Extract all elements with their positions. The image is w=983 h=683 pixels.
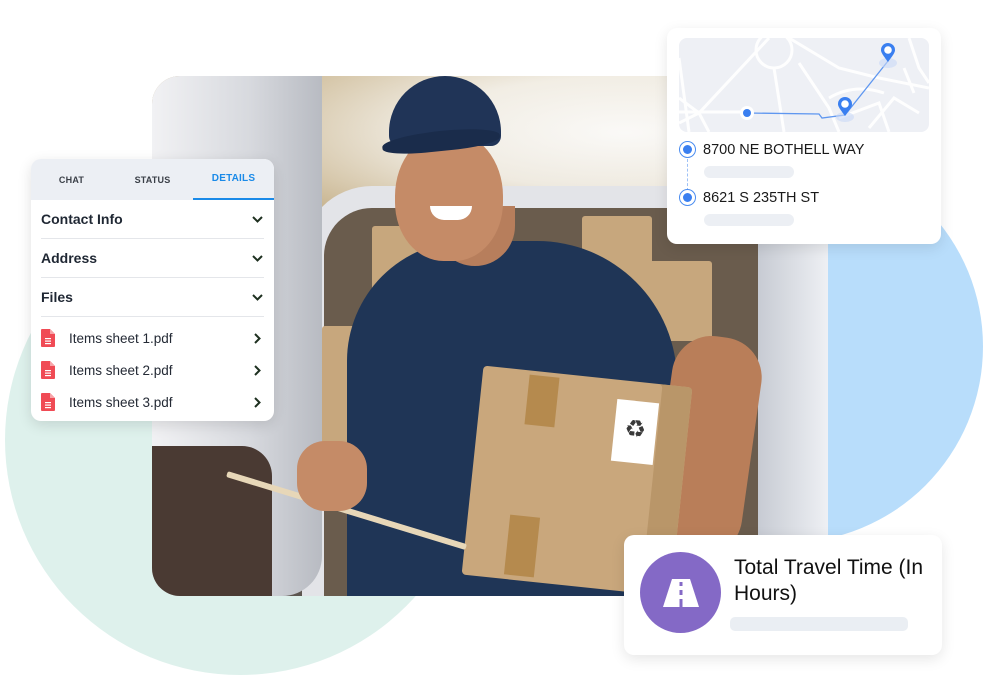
section-label: Contact Info <box>41 211 123 227</box>
route-map[interactable] <box>679 38 929 132</box>
pdf-file-icon <box>41 329 55 347</box>
tab-bar: CHAT STATUS DETAILS <box>31 159 274 200</box>
travel-time-card: Total Travel Time (In Hours) <box>624 535 942 655</box>
pdf-file-icon <box>41 393 55 411</box>
route-card: 8700 NE BOTHELL WAY 8621 S 235TH ST <box>667 28 941 244</box>
travel-time-title: Total Travel Time (In Hours) <box>734 556 924 605</box>
file-name: Items sheet 3.pdf <box>69 394 173 410</box>
section-files[interactable]: Files <box>41 278 264 317</box>
map-streets <box>679 38 929 132</box>
route-stop-origin[interactable]: 8700 NE BOTHELL WAY <box>679 141 864 158</box>
file-item[interactable]: Items sheet 1.pdf <box>41 322 264 354</box>
radio-dot-icon <box>679 189 696 206</box>
tab-details[interactable]: DETAILS <box>193 159 274 200</box>
details-card: CHAT STATUS DETAILS Contact Info Address… <box>31 159 274 421</box>
skeleton-placeholder <box>704 166 794 178</box>
photo-tape <box>524 374 560 428</box>
file-name: Items sheet 1.pdf <box>69 330 173 346</box>
photo-recycle-label: ♻ <box>610 398 660 466</box>
stop-address: 8700 NE BOTHELL WAY <box>703 141 865 158</box>
tab-status[interactable]: STATUS <box>112 159 193 200</box>
section-address[interactable]: Address <box>41 239 264 278</box>
file-name: Items sheet 2.pdf <box>69 362 173 378</box>
photo-hand <box>297 441 367 511</box>
route-connector <box>687 159 688 191</box>
chevron-right-icon <box>250 331 264 345</box>
chevron-right-icon <box>250 363 264 377</box>
radio-dot-icon <box>679 141 696 158</box>
chevron-right-icon <box>250 395 264 409</box>
chevron-down-icon <box>250 212 264 226</box>
section-label: Address <box>41 250 98 266</box>
file-item[interactable]: Items sheet 3.pdf <box>41 386 264 418</box>
route-stop-destination[interactable]: 8621 S 235TH ST <box>679 189 819 206</box>
section-label: Files <box>41 289 73 305</box>
file-item[interactable]: Items sheet 2.pdf <box>41 354 264 386</box>
road-icon <box>640 552 721 633</box>
skeleton-placeholder <box>704 214 794 226</box>
stop-address: 8621 S 235TH ST <box>703 189 820 206</box>
section-contact-info[interactable]: Contact Info <box>41 200 264 239</box>
tab-chat[interactable]: CHAT <box>31 159 112 200</box>
photo-van-door-panel <box>152 446 272 596</box>
skeleton-placeholder <box>730 617 908 631</box>
pdf-file-icon <box>41 361 55 379</box>
chevron-down-icon <box>250 290 264 304</box>
chevron-down-icon <box>250 251 264 265</box>
photo-tape <box>503 514 541 578</box>
